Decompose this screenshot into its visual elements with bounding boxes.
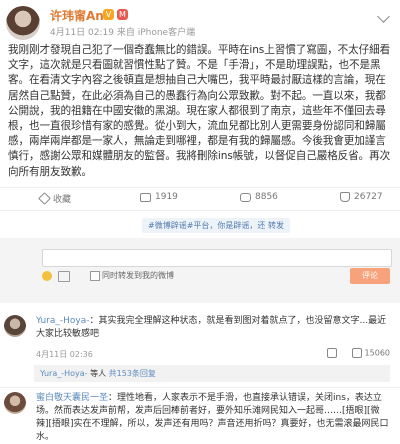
favorite-label: 收藏 [53, 195, 72, 205]
reply-author[interactable]: Yura_-Hoya- [40, 369, 88, 378]
thumbs-up-icon [340, 192, 350, 202]
like-button[interactable]: 26727 [340, 192, 383, 202]
repost-button[interactable]: 1919 [140, 192, 178, 202]
commenter-avatar[interactable] [4, 392, 26, 414]
emoji-icon[interactable] [42, 271, 52, 281]
submit-comment-button[interactable]: 评论 [350, 268, 390, 284]
repost-icon [140, 192, 151, 202]
author-avatar[interactable] [6, 6, 40, 40]
comment-text: Yura_-Hoya-：其实我完全理解这种状态，就是看到图对着就点了，也没留意文… [36, 315, 392, 341]
topic-tag[interactable]: #微博辟谣#平台，你是辟谣，还 转发 [142, 218, 290, 233]
repost-checkbox-label: 同时转发到我的微博 [102, 271, 174, 280]
commenter-name[interactable]: 蜜白敬天囊民一圣 [36, 393, 108, 403]
member-badge: M [117, 9, 128, 20]
post-meta: 4月11日 02:19 来自 iPhone客户端 [50, 28, 196, 38]
favorite-button[interactable]: 收藏 [38, 192, 72, 205]
star-icon [38, 192, 51, 205]
comment-text: 蜜白敬天囊民一圣：理性地看，人家表示不是手滑，也直接承认错误，关闭ins，表达立… [36, 392, 392, 444]
reply-count[interactable]: 共153条回复 [109, 369, 156, 378]
comment-timestamp: 4月11日 02:36 [36, 350, 93, 359]
verified-badge: V [103, 9, 114, 20]
repost-count: 1919 [155, 192, 178, 202]
like-count: 26727 [354, 192, 383, 202]
repost-checkbox[interactable] [90, 271, 100, 281]
image-icon[interactable] [58, 271, 70, 282]
comment-like-button[interactable]: 15060 [351, 348, 390, 358]
reply-summary[interactable]: Yura_-Hoya- 等人 共153条回复 [34, 365, 390, 382]
comment-icon [240, 192, 251, 202]
commenter-name[interactable]: Yura_-Hoya- [36, 316, 90, 326]
comment-divider [0, 387, 400, 388]
comment-reply-button[interactable] [326, 348, 340, 358]
reply-suffix: 等人 [87, 369, 107, 378]
thumbs-up-icon [351, 348, 362, 358]
comment-actions: 15060 [326, 348, 390, 358]
comment-composer: 同时转发到我的微博 评论 [0, 238, 400, 303]
comment-count: 8856 [255, 192, 278, 202]
action-bar: 收藏 1919 8856 26727 [0, 187, 400, 211]
commenter-avatar[interactable] [4, 315, 26, 337]
post-body: 我刚刚才發現自己犯了一個奇蠢無比的錯誤。平時在ins上習慣了寫圖，不太仔細看文字… [8, 44, 391, 178]
reply-summary-text: Yura_-Hoya- 等人 共153条回复 [40, 368, 156, 379]
reply-icon [326, 348, 337, 358]
chevron-down-icon[interactable] [377, 10, 390, 23]
comment-button[interactable]: 8856 [240, 192, 278, 202]
comment-input[interactable] [42, 249, 392, 267]
post-header: 许玮甯Ann V M 4月11日 02:19 来自 iPhone客户端 [0, 0, 400, 40]
comment-like-count: 15060 [364, 348, 390, 358]
